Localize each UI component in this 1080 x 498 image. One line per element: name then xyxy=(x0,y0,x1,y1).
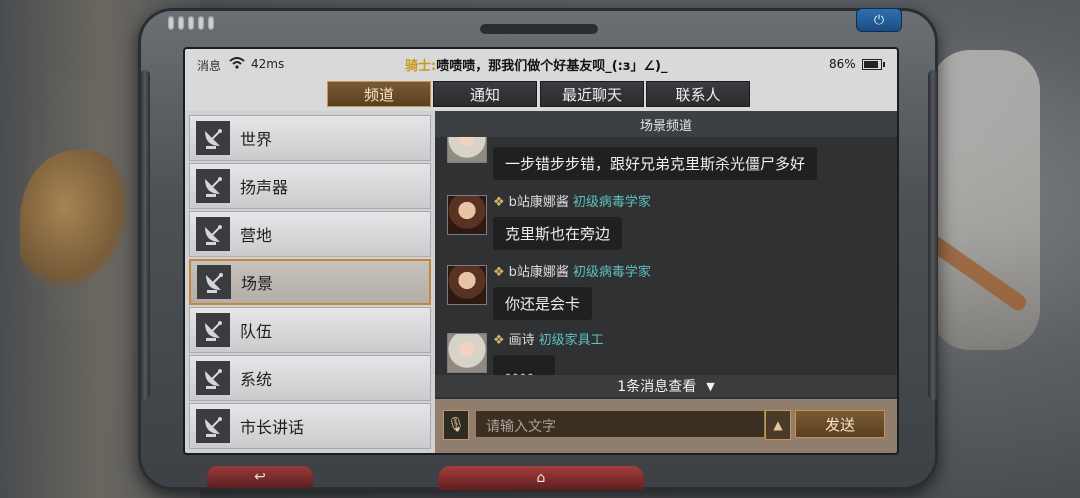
avatar[interactable] xyxy=(447,265,487,305)
channel-label: 营地 xyxy=(240,226,273,245)
chevron-down-icon: ▼ xyxy=(706,379,715,393)
new-messages-bar[interactable]: 1条消息查看 ▼ xyxy=(435,375,897,397)
sender-title: 初级病毒学家 xyxy=(572,195,651,210)
avatar[interactable] xyxy=(447,333,487,373)
back-arrow-icon: ↩ xyxy=(254,469,266,485)
message-bubble: 。。。。 xyxy=(493,355,555,375)
channel-item-world[interactable]: 世界 xyxy=(189,115,431,161)
satellite-dish-icon xyxy=(196,409,230,443)
message-sender[interactable]: ❖ b站康娜酱 初级病毒学家 xyxy=(493,191,651,210)
satellite-dish-icon xyxy=(196,121,230,155)
satellite-dish-icon xyxy=(196,217,230,251)
home-button[interactable]: ⌂ xyxy=(438,466,644,490)
broadcast-marquee: 骑士:啧啧啧，那我们做个好基友呗_(:з」∠)_ xyxy=(405,55,668,74)
microphone-icon: 🎙 xyxy=(447,417,465,433)
status-bar: 消息 42ms 骑士:啧啧啧，那我们做个好基友呗_(:з」∠)_ 86% xyxy=(185,49,897,79)
channel-label: 世界 xyxy=(240,130,273,149)
message-bubble: 一步错步步错，跟好兄弟克里斯杀光僵尸多好 xyxy=(493,147,818,180)
home-icon: ⌂ xyxy=(536,470,546,486)
diamond-icon: ❖ xyxy=(493,333,505,348)
channel-label: 场景 xyxy=(241,274,274,293)
new-messages-label: 1条消息查看 xyxy=(617,379,697,395)
channel-item-camp[interactable]: 营地 xyxy=(189,211,431,257)
channel-item-mayor-speech[interactable]: 市长讲话 xyxy=(189,403,431,449)
sender-name: 画诗 xyxy=(508,333,535,348)
left-rail xyxy=(140,70,150,400)
tab-channel[interactable]: 频道 xyxy=(327,81,431,107)
send-button[interactable]: 发送 xyxy=(795,410,885,438)
battery-icon xyxy=(862,59,885,70)
sender-name: b站康娜酱 xyxy=(508,195,569,210)
power-icon: ⏻ xyxy=(873,12,885,28)
avatar[interactable] xyxy=(447,137,487,163)
battery-percent: 86% xyxy=(829,57,856,71)
sender-title: 初级病毒学家 xyxy=(572,265,651,280)
microphone-button[interactable]: 🎙 xyxy=(443,410,469,440)
message-bubble: 克里斯也在旁边 xyxy=(493,217,623,250)
broadcast-text: 啧啧啧，那我们做个好基友呗_(:з」∠)_ xyxy=(436,59,668,74)
input-bar: 🎙 请输入文字 ▲ 发送 xyxy=(435,399,897,453)
background-figure xyxy=(20,150,130,290)
back-button[interactable]: ↩ xyxy=(207,466,313,488)
wifi-icon xyxy=(229,57,245,69)
chat-header: 场景频道 xyxy=(435,111,897,137)
satellite-dish-icon xyxy=(196,169,230,203)
channel-label: 扬声器 xyxy=(240,178,289,197)
tab-bar: 频道 通知 最近聊天 联系人 xyxy=(185,79,897,111)
right-rail xyxy=(928,70,938,400)
channel-item-team[interactable]: 队伍 xyxy=(189,307,431,353)
power-button[interactable]: ⏻ xyxy=(856,8,902,32)
satellite-dish-icon xyxy=(196,361,230,395)
chevron-up-icon: ▲ xyxy=(773,418,783,432)
message-sender[interactable]: ❖ 画诗 初级家具工 xyxy=(493,329,604,348)
channel-item-speaker[interactable]: 扬声器 xyxy=(189,163,431,209)
diamond-icon: ❖ xyxy=(493,265,505,280)
channel-list: 世界 扬声器 营地 场景 队伍 系统 市长讲话 xyxy=(185,111,435,453)
tab-contacts[interactable]: 联系人 xyxy=(646,81,750,107)
tab-recent-chats[interactable]: 最近聊天 xyxy=(540,81,644,107)
channel-label: 系统 xyxy=(240,370,273,389)
messages-label: 消息 xyxy=(197,59,222,73)
chat-panel: 场景频道 一步错步步错，跟好兄弟克里斯杀光僵尸多好 ❖ b站康娜酱 初级病毒学家 克… xyxy=(435,111,897,453)
satellite-dish-icon xyxy=(196,313,230,347)
message-bubble: 你还是会卡 xyxy=(493,287,593,320)
channel-item-scene[interactable]: 场景 xyxy=(189,259,431,305)
broadcast-sender: 骑士: xyxy=(405,59,437,74)
satellite-dish-icon xyxy=(197,265,231,299)
chat-input[interactable]: 请输入文字 xyxy=(475,410,765,438)
avatar[interactable] xyxy=(447,195,487,235)
diamond-icon: ❖ xyxy=(493,195,505,210)
tab-notifications[interactable]: 通知 xyxy=(433,81,537,107)
message-sender[interactable]: ❖ b站康娜酱 初级病毒学家 xyxy=(493,261,651,280)
sender-name: b站康娜酱 xyxy=(508,265,569,280)
channel-item-system[interactable]: 系统 xyxy=(189,355,431,401)
frame-vents xyxy=(168,16,214,30)
channel-label: 市长讲话 xyxy=(240,418,305,437)
ping-value: 42ms xyxy=(251,57,285,71)
message-list[interactable]: 一步错步步错，跟好兄弟克里斯杀光僵尸多好 ❖ b站康娜酱 初级病毒学家 克里斯也在旁… xyxy=(435,137,897,375)
tablet-screen: 消息 42ms 骑士:啧啧啧，那我们做个好基友呗_(:з」∠)_ 86% 频道 … xyxy=(183,47,899,455)
channel-label: 队伍 xyxy=(240,322,273,341)
expand-button[interactable]: ▲ xyxy=(765,410,791,440)
frame-notch xyxy=(480,24,598,34)
sender-title: 初级家具工 xyxy=(538,333,604,348)
